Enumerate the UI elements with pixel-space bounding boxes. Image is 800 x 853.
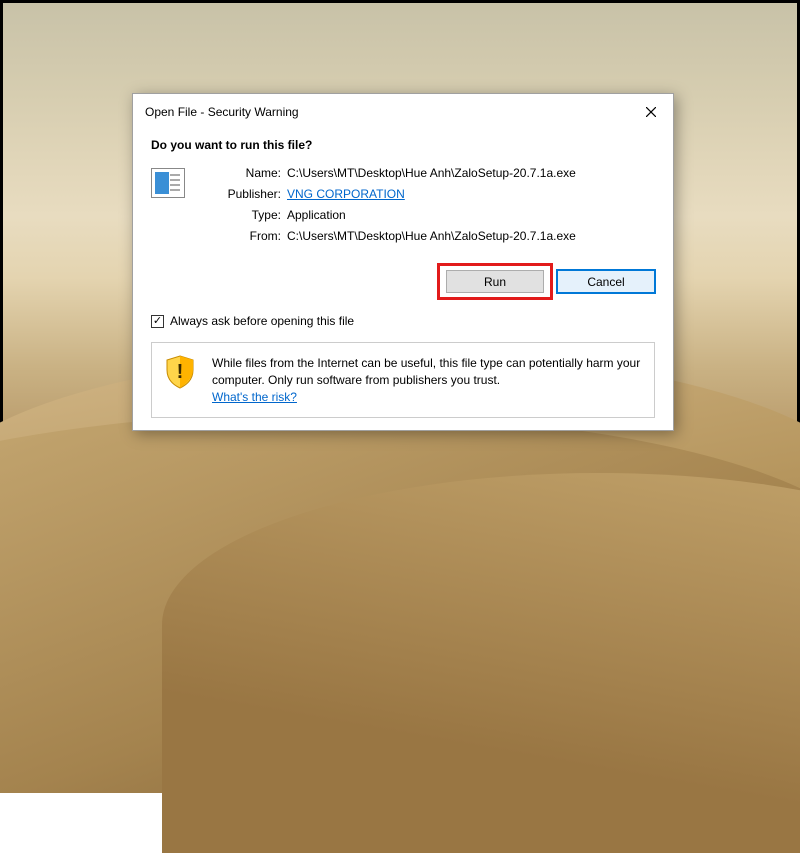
warning-footer: ! While files from the Internet can be u… (151, 342, 655, 418)
from-value: C:\Users\MT\Desktop\Hue Anh\ZaloSetup-20… (287, 229, 576, 243)
close-icon (646, 107, 656, 117)
always-ask-checkbox[interactable]: ✓ Always ask before opening this file (151, 304, 655, 342)
checkbox-icon: ✓ (151, 315, 164, 328)
name-label: Name: (203, 166, 281, 180)
dialog-heading: Do you want to run this file? (151, 130, 655, 166)
publisher-label: Publisher: (203, 187, 281, 201)
whats-the-risk-link[interactable]: What's the risk? (212, 390, 297, 404)
close-button[interactable] (639, 102, 663, 122)
type-value: Application (287, 208, 576, 222)
warning-text: While files from the Internet can be use… (212, 356, 640, 387)
publisher-link[interactable]: VNG CORPORATION (287, 187, 405, 201)
name-value: C:\Users\MT\Desktop\Hue Anh\ZaloSetup-20… (287, 166, 576, 180)
checkbox-label: Always ask before opening this file (170, 314, 354, 328)
shield-warning-icon: ! (164, 355, 196, 389)
security-warning-dialog: Open File - Security Warning Do you want… (132, 93, 674, 431)
title-bar[interactable]: Open File - Security Warning (133, 94, 673, 130)
svg-text:!: ! (177, 361, 184, 383)
cancel-button[interactable]: Cancel (557, 270, 655, 293)
dialog-title: Open File - Security Warning (145, 105, 299, 119)
application-file-icon (151, 168, 185, 198)
type-label: Type: (203, 208, 281, 222)
run-button[interactable]: Run (446, 270, 544, 293)
from-label: From: (203, 229, 281, 243)
run-button-highlight: Run (437, 263, 553, 300)
desert-dune (162, 473, 800, 853)
dialog-buttons: Run Cancel (151, 243, 655, 304)
file-details: Name: C:\Users\MT\Desktop\Hue Anh\ZaloSe… (203, 166, 576, 243)
